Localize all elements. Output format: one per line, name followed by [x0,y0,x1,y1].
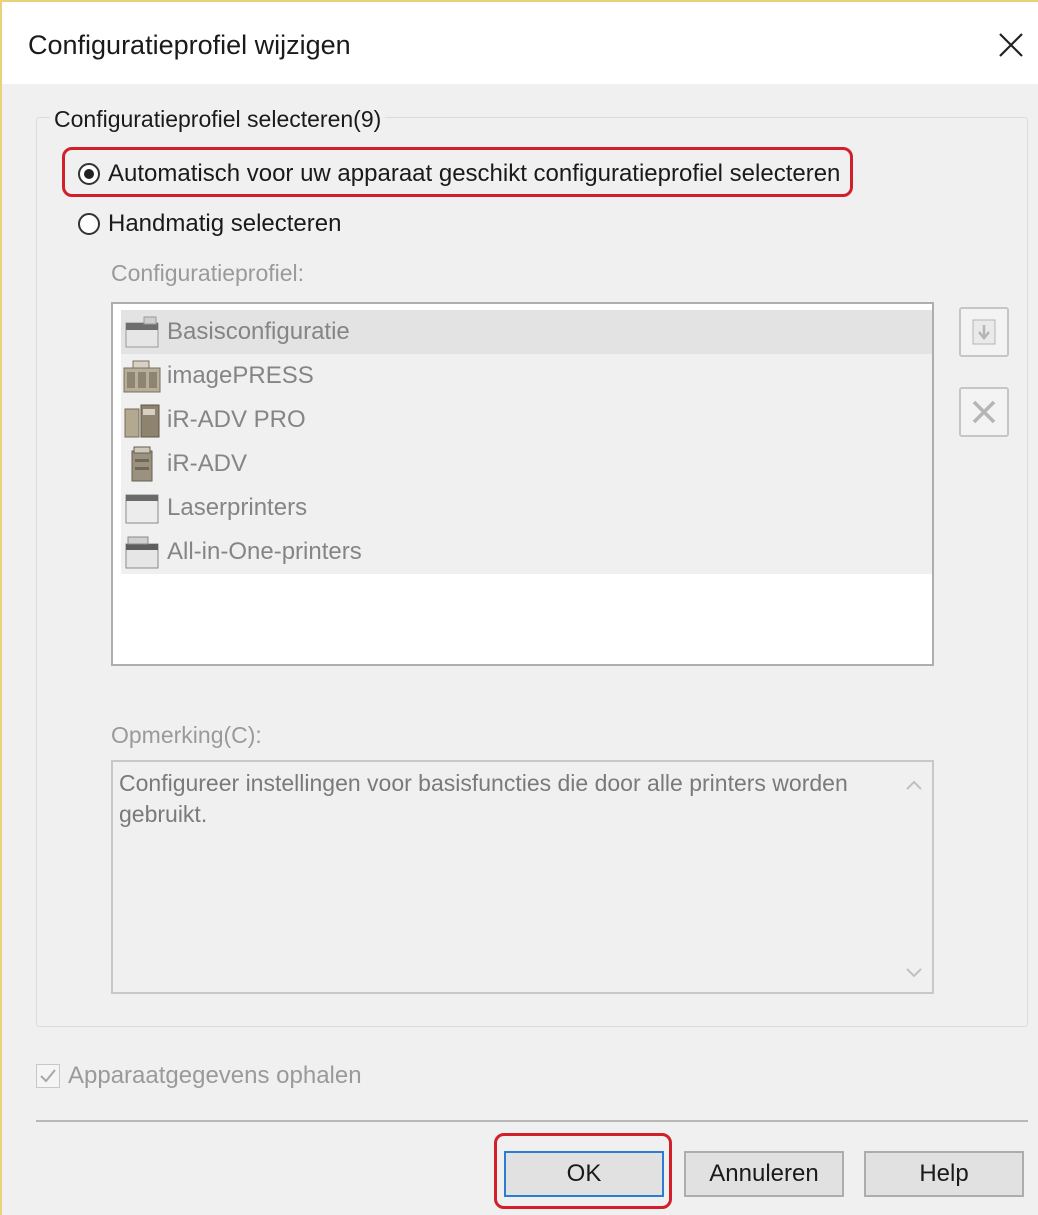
laser-printer-icon [123,488,161,528]
chevron-up-icon [906,780,922,790]
checkmark-icon [40,1069,56,1083]
all-in-one-printer-icon [123,532,161,572]
imagepress-icon [123,356,161,396]
list-item-label: iR-ADV PRO [167,406,306,433]
dialog-window: Configuratieprofiel wijzigen Configurati… [0,0,1038,1215]
checkbox[interactable] [36,1064,60,1088]
comment-scrollbar[interactable] [896,762,932,992]
list-item[interactable]: iR-ADV [121,442,932,486]
list-item[interactable]: Laserprinters [121,486,932,530]
list-item[interactable]: Basisconfiguratie [121,310,932,354]
delete-icon [972,400,996,424]
ir-adv-icon [123,444,161,484]
radio-auto-label: Automatisch voor uw apparaat geschikt co… [108,160,841,187]
ir-adv-pro-icon [123,400,161,440]
radio-manual-select[interactable]: Handmatig selecteren [78,210,341,238]
fetch-device-info-checkbox-row[interactable]: Apparaatgegevens ophalen [36,1062,362,1090]
radio-button-checked[interactable] [78,163,100,185]
radio-button-unchecked[interactable] [78,213,100,235]
checkbox-label: Apparaatgegevens ophalen [68,1062,362,1089]
radio-auto-select[interactable]: Automatisch voor uw apparaat geschikt co… [78,160,840,188]
list-item-label: iR-ADV [167,450,248,477]
list-item[interactable]: iR-ADV PRO [121,398,932,442]
delete-profile-button[interactable] [959,387,1009,437]
profile-list-label: Configuratieprofiel: [111,260,305,286]
cancel-button[interactable]: Annuleren [684,1151,844,1197]
group-legend: Configuratieprofiel selecteren(9) [50,106,386,133]
comment-textarea[interactable]: Configureer instellingen voor basisfunct… [111,760,934,994]
title-bar: Configuratieprofiel wijzigen [2,2,1038,84]
list-item[interactable]: imagePRESS [121,354,932,398]
close-button[interactable] [990,20,1032,70]
separator [36,1120,1028,1122]
list-item-label: Laserprinters [167,494,308,521]
close-icon [999,33,1023,57]
chevron-down-icon [906,968,922,978]
list-item-label: All-in-One-printers [167,538,362,565]
profile-listbox[interactable]: Basisconfiguratie imagePRESS iR-ADV PRO … [111,302,934,666]
dialog-title: Configuratieprofiel wijzigen [28,30,351,60]
basic-printer-icon [123,312,161,352]
list-item-label: Basisconfiguratie [167,318,350,345]
list-item-label: imagePRESS [167,362,314,389]
comment-label: Opmerking(C): [111,722,262,748]
radio-manual-label: Handmatig selecteren [108,210,342,237]
comment-text: Configureer instellingen voor basisfunct… [119,770,848,827]
import-profile-button[interactable] [959,307,1009,357]
list-item[interactable]: All-in-One-printers [121,530,932,574]
import-icon [972,319,996,345]
ok-button[interactable]: OK [504,1151,664,1197]
help-button[interactable]: Help [864,1151,1024,1197]
